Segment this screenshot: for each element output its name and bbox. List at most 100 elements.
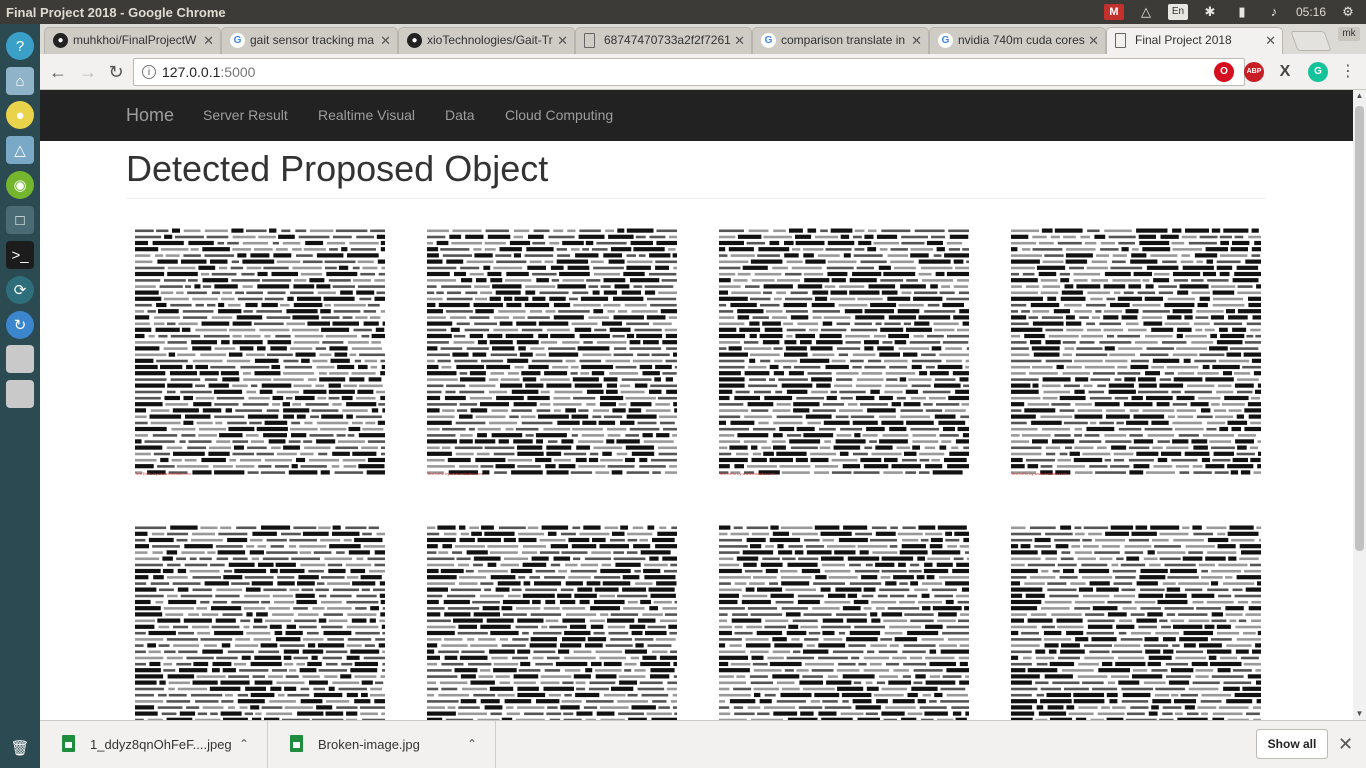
clock[interactable]: 05:16 [1296,5,1326,19]
tab-nvidia-search[interactable]: G nvidia 740m cuda cores ✕ [929,27,1106,54]
tab-github-finalproject[interactable]: ● muhkhoi/FinalProjectW ✕ [44,27,221,54]
address-bar[interactable]: i 127.0.0.1:5000 ☆ [133,58,1245,86]
download-item[interactable]: Broken-image.jpg ⌃ [268,721,496,768]
image-file-icon [290,735,303,752]
nvidia-icon[interactable]: ◉ [6,171,34,199]
menu-icon[interactable]: ⋮ [1340,60,1356,84]
downloads-shelf: 1_ddyz8qnOhFeF....jpeg ⌃ Broken-image.jp… [40,720,1366,768]
tab-title: xioTechnologies/Gait-Tr [427,33,553,47]
nav-data[interactable]: Data [445,90,475,141]
title-divider [126,198,1266,199]
tab-final-project[interactable]: Final Project 2018 ✕ [1106,27,1283,54]
close-icon[interactable]: ✕ [1088,28,1099,53]
detected-object-image: TextToPic by www.mezaka.com [425,225,679,479]
vertical-scrollbar[interactable]: ▲ ▼ [1353,90,1366,720]
drive-icon[interactable] [6,380,34,408]
battery-icon[interactable]: ▮ [1232,4,1252,20]
page-viewport: Home Server Result Realtime Visual Data … [40,90,1353,720]
scroll-up-icon[interactable]: ▲ [1353,90,1366,102]
download-filename: Broken-image.jpg [318,737,420,752]
github-icon: ● [407,33,422,48]
document-icon [1115,33,1126,48]
forward-arrow-icon[interactable]: → [76,60,100,84]
tab-title: nvidia 740m cuda cores [958,33,1085,47]
profile-chip[interactable]: mk [1338,27,1360,41]
url-port: :5000 [220,64,256,80]
tab-comparison-search[interactable]: G comparison translate in ✕ [752,27,929,54]
scroll-down-icon[interactable]: ▼ [1353,708,1366,720]
detected-object-image [1009,522,1263,720]
image-caption: TextToPic by www.mezaka.com [427,471,483,476]
google-icon: G [230,33,245,48]
close-icon[interactable]: ✕ [1338,721,1353,767]
indicator-app-icon[interactable]: M [1103,4,1124,20]
reload-icon[interactable]: ↻ [104,60,128,84]
adblock-icon[interactable]: ABP [1244,62,1264,82]
nav-home-link[interactable]: Home [126,90,174,141]
image-caption: TextToPic by www.mezaka.com [1011,471,1067,476]
chevron-up-icon[interactable]: ⌃ [239,721,249,767]
opera-icon[interactable]: O [1214,62,1234,82]
trash-icon[interactable]: 🗑 [6,734,34,762]
url-host: 127.0.0.1 [162,64,221,80]
wifi-icon[interactable]: △ [1136,4,1156,20]
document-icon [584,33,595,48]
google-icon: G [761,33,776,48]
new-tab-button[interactable] [1290,31,1332,51]
os-top-panel: Final Project 2018 - Google Chrome M △ E… [0,0,1366,24]
image-file-icon [62,735,75,752]
x-extension-icon[interactable]: X [1275,62,1295,82]
close-icon[interactable]: ✕ [911,28,922,53]
close-icon[interactable]: ✕ [734,28,745,53]
image-caption: TextToPic by www.mezaka.com [135,471,191,476]
download-item[interactable]: 1_ddyz8qnOhFeF....jpeg ⌃ [40,721,268,768]
camera-icon[interactable]: □ [6,206,34,234]
close-icon[interactable]: ✕ [380,28,391,53]
terminal-icon[interactable]: >_ [6,241,34,269]
wifi-settings-icon[interactable]: △ [6,136,34,164]
detected-object-image [425,522,679,720]
tab-title: Final Project 2018 [1135,33,1232,47]
tab-title: 68747470733a2f2f7261 [604,33,731,47]
sync-icon[interactable]: ↻ [6,311,34,339]
google-icon: G [938,33,953,48]
chrome-icon[interactable]: ● [6,101,34,129]
update-icon[interactable]: ⟳ [6,276,34,304]
system-tray: M △ En ✱ ▮ ♪ 05:16 ⚙ [1103,0,1358,24]
chevron-up-icon[interactable]: ⌃ [467,721,477,767]
close-icon[interactable]: ✕ [557,28,568,53]
detected-object-image: TextToPic by www.mezaka.com [1009,225,1263,479]
drive-icon[interactable] [6,345,34,373]
browser-toolbar: ← → ↻ i 127.0.0.1:5000 ☆ O ABP X G ⋮ [40,54,1366,90]
info-icon[interactable]: i [142,65,156,79]
tab-title: muhkhoi/FinalProjectW [73,33,197,47]
detected-object-image: TextToPic by www.mezaka.com [133,225,387,479]
grammarly-icon[interactable]: G [1308,62,1328,82]
nav-server-result[interactable]: Server Result [203,90,288,141]
files-icon[interactable]: ⌂ [6,67,34,95]
url-text[interactable]: 127.0.0.1:5000 [162,59,255,86]
window-title: Final Project 2018 - Google Chrome [6,4,226,20]
tab-raw-document[interactable]: 68747470733a2f2f7261 ✕ [575,27,752,54]
site-navbar: Home Server Result Realtime Visual Data … [40,90,1353,141]
detected-object-image: TextToPic by www.mezaka.com [717,225,971,479]
close-icon[interactable]: ✕ [203,28,214,53]
nav-realtime-visual[interactable]: Realtime Visual [318,90,415,141]
tab-gait-sensor-search[interactable]: G gait sensor tracking ma ✕ [221,27,398,54]
tab-title: comparison translate in [781,33,906,47]
show-all-button[interactable]: Show all [1256,729,1328,759]
page-title: Detected Proposed Object [126,148,549,189]
keyboard-layout[interactable]: En [1167,4,1188,20]
tab-github-gait-tracking[interactable]: ● xioTechnologies/Gait-Tr ✕ [398,27,575,54]
close-icon[interactable]: ✕ [1265,28,1276,53]
power-gear-icon[interactable]: ⚙ [1338,4,1358,20]
github-icon: ● [53,33,68,48]
bluetooth-icon[interactable]: ✱ [1200,4,1220,20]
launcher-dock: ? ⌂ ● △ ◉ □ >_ ⟳ ↻ 🗑 [0,24,40,768]
scroll-thumb[interactable] [1355,106,1364,551]
volume-icon[interactable]: ♪ [1264,4,1284,20]
help-icon[interactable]: ? [6,32,34,60]
nav-cloud-computing[interactable]: Cloud Computing [505,90,613,141]
tab-strip: ● muhkhoi/FinalProjectW ✕ G gait sensor … [40,24,1366,54]
back-arrow-icon[interactable]: ← [46,60,70,84]
